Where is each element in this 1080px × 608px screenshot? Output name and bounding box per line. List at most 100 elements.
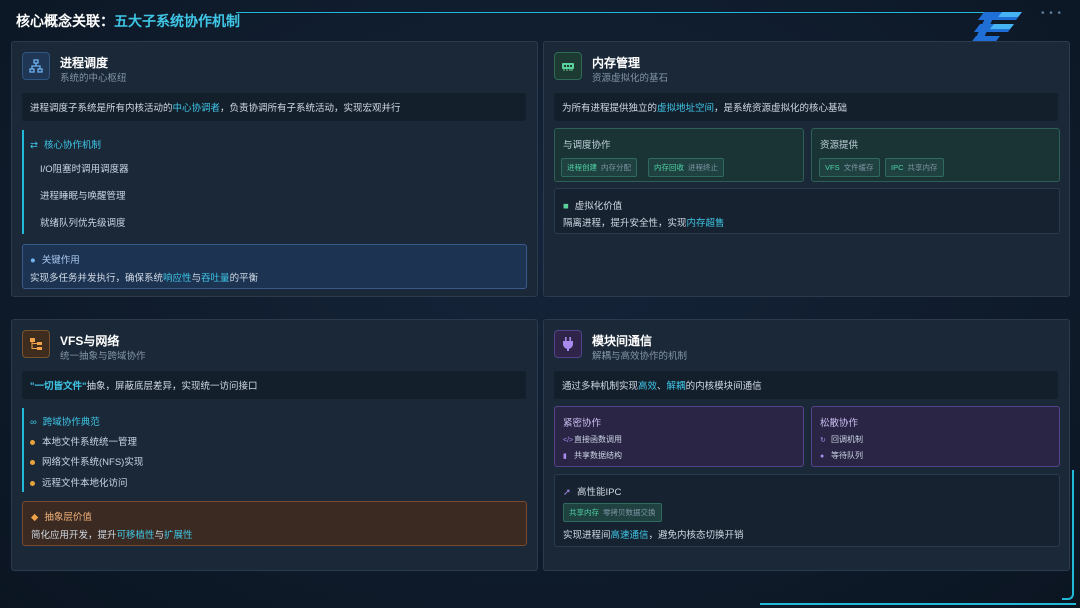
abstraction-value-title: ◆ 抽象层价值 — [31, 509, 92, 523]
lightbulb-icon: ● — [30, 255, 36, 266]
text: 与 — [154, 530, 165, 541]
tag-sub: 共享内存 — [907, 163, 938, 172]
tag-vfs: VFS 文件缓存 — [819, 158, 880, 177]
key-role-title-text: 关键作用 — [41, 255, 80, 266]
mechanism-title: ⇄ 核心协作机制 — [30, 137, 101, 151]
text: 实现多任务并发执行，确保系统 — [30, 273, 164, 284]
list-item: I/O阻塞时调用调度器 — [40, 164, 129, 175]
box-title: 紧密协作 — [563, 418, 602, 429]
mechanism-title-text: 核心协作机制 — [43, 140, 101, 151]
card-subtitle: 资源虚拟化的基石 — [592, 73, 669, 84]
perf-ipc-title: ➚ 高性能IPC — [563, 484, 621, 498]
desc-highlight: 虚拟地址空间 — [657, 103, 715, 114]
cross-domain-title-text: 跨域协作典范 — [42, 417, 100, 428]
virtualization-text: 隔离进程，提升安全性，实现内存超售 — [563, 215, 725, 229]
high-performance-ipc-box: ➚ 高性能IPC 共享内存 零拷贝数据交换 实现进程间高速通信，避免内核态切换开销 — [554, 474, 1060, 547]
card-description: 通过多种机制实现高效、解耦的内核模块间通信 — [554, 371, 1058, 399]
highlight: 吞吐量 — [201, 273, 230, 284]
perf-ipc-text: 实现进程间高速通信，避免内核态切换开销 — [563, 527, 744, 541]
list-item-label: 本地文件系统统一管理 — [42, 437, 138, 448]
mini-item: </>直接函数调用 — [563, 434, 622, 445]
highlight: 高速通信 — [610, 530, 649, 541]
text: ，避免内核态切换开销 — [648, 530, 744, 541]
box-title: 松散协作 — [820, 418, 859, 429]
top-accent-line — [236, 12, 996, 13]
desc-text: 的内核模块间通信 — [685, 381, 762, 392]
mini-item: ↻ 回调机制 — [820, 434, 863, 445]
tag-main: 内存回收 — [654, 163, 684, 172]
desc-text: 通过多种机制实现 — [562, 381, 639, 392]
perf-ipc-title-text: 高性能IPC — [576, 487, 622, 498]
tight-cooperation-box: 紧密协作 </>直接函数调用 ▮ 共享数据结构 — [554, 406, 804, 467]
virtualization-title-text: 虚拟化价值 — [574, 201, 623, 212]
swap-arrows-icon: ⇄ — [30, 140, 38, 151]
tag-memory-reclaim: 内存回收 进程终止 — [648, 158, 724, 177]
tag-process-create: 进程创建 内存分配 — [561, 158, 637, 177]
rocket-icon: ➚ — [563, 487, 571, 498]
desc-highlight: 中心协调者 — [172, 103, 221, 114]
highlight: 内存超售 — [686, 218, 725, 229]
card-title: 模块间通信 — [592, 334, 653, 348]
tag-main: VFS — [825, 163, 840, 172]
desc-text: 进程调度子系统是所有内核活动的 — [30, 103, 173, 114]
text: 简化应用开发，提升 — [31, 530, 117, 541]
mini-item-label: 直接函数调用 — [574, 435, 622, 444]
loose-cooperation-box: 松散协作 ↻ 回调机制 ● 等待队列 — [811, 406, 1060, 467]
folder-tree-icon — [22, 330, 50, 358]
abstraction-value-title-text: 抽象层价值 — [44, 512, 92, 523]
bullet-dot — [30, 439, 35, 445]
card-inter-module-communication: 模块间通信 解耦与高效协作的机制 通过多种机制实现高效、解耦的内核模块间通信 紧… — [543, 319, 1070, 571]
cube-icon: ■ — [563, 201, 569, 212]
highlight: 响应性 — [163, 273, 192, 284]
box-title: 资源提供 — [820, 140, 859, 151]
mini-item-label: 共享数据结构 — [574, 451, 622, 460]
refresh-icon: ↻ — [820, 437, 826, 444]
card-description: 为所有进程提供独立的虚拟地址空间，是系统资源虚拟化的核心基础 — [554, 93, 1058, 121]
desc-text: 抽象，屏蔽底层差异，实现统一访问接口 — [86, 381, 258, 392]
mechanism-section — [22, 130, 24, 234]
highlight: 可移植性 — [116, 530, 155, 541]
key-role-title: ● 关键作用 — [30, 252, 80, 266]
mini-item: ● 等待队列 — [820, 450, 863, 461]
link-icon: ∞ — [30, 417, 37, 428]
desc-highlight: 高效 — [638, 381, 658, 392]
circle-dot-icon: ● — [820, 453, 825, 460]
bottom-accent-line — [760, 603, 1076, 605]
desc-highlight: 解耦 — [666, 381, 686, 392]
tag-ipc: IPC 共享内存 — [885, 158, 944, 177]
resource-provision-box: 资源提供 VFS 文件缓存 IPC 共享内存 — [811, 128, 1060, 182]
desc-text: 为所有进程提供独立的 — [562, 103, 658, 114]
list-item: 网络文件系统(NFS)实现 — [30, 454, 143, 468]
cross-domain-title: ∞ 跨域协作典范 — [30, 414, 100, 428]
tag-sub: 零拷贝数据交换 — [603, 508, 656, 517]
memory-chip-icon — [554, 52, 582, 80]
abstraction-value-text: 简化应用开发，提升可移植性与扩展性 — [31, 527, 193, 541]
mini-item-label: 回调机制 — [831, 435, 863, 444]
card-title: 内存管理 — [592, 56, 641, 70]
list-item: 本地文件系统统一管理 — [30, 434, 137, 448]
list-item-label: 网络文件系统(NFS)实现 — [42, 457, 144, 468]
tag-main: 进程创建 — [567, 163, 597, 172]
tag-sub: 文件缓存 — [843, 163, 874, 172]
abstraction-value-box: ◆ 抽象层价值 简化应用开发，提升可移植性与扩展性 — [22, 501, 527, 546]
card-description: "一切皆文件"抽象，屏蔽底层差异，实现统一访问接口 — [22, 371, 526, 399]
tag-shared-memory: 共享内存 零拷贝数据交换 — [563, 503, 662, 522]
card-description: 进程调度子系统是所有内核活动的中心协调者，负责协调所有子系统活动，实现宏观并行 — [22, 93, 526, 121]
tag-main: IPC — [891, 163, 904, 172]
tag-sub: 进程终止 — [688, 163, 718, 172]
highlight: 扩展性 — [164, 530, 193, 541]
card-title: VFS与网络 — [60, 334, 120, 348]
card-subtitle: 解耦与高效协作的机制 — [592, 351, 688, 362]
plug-icon — [554, 330, 582, 358]
database-icon: ▮ — [563, 453, 567, 460]
key-role-text: 实现多任务并发执行，确保系统响应性与吞吐量的平衡 — [30, 270, 258, 284]
desc-text: ，是系统资源虚拟化的核心基础 — [714, 103, 848, 114]
text: 隔离进程，提升安全性，实现 — [563, 218, 687, 229]
card-title: 进程调度 — [60, 56, 109, 70]
card-subtitle: 统一抽象与跨域协作 — [60, 351, 146, 362]
sitemap-icon — [22, 52, 50, 80]
text: 实现进程间 — [563, 530, 611, 541]
page-title-accent: 五大子系统协作机制 — [114, 13, 240, 29]
tag-main: 共享内存 — [569, 508, 599, 517]
code-icon: </> — [563, 437, 574, 444]
